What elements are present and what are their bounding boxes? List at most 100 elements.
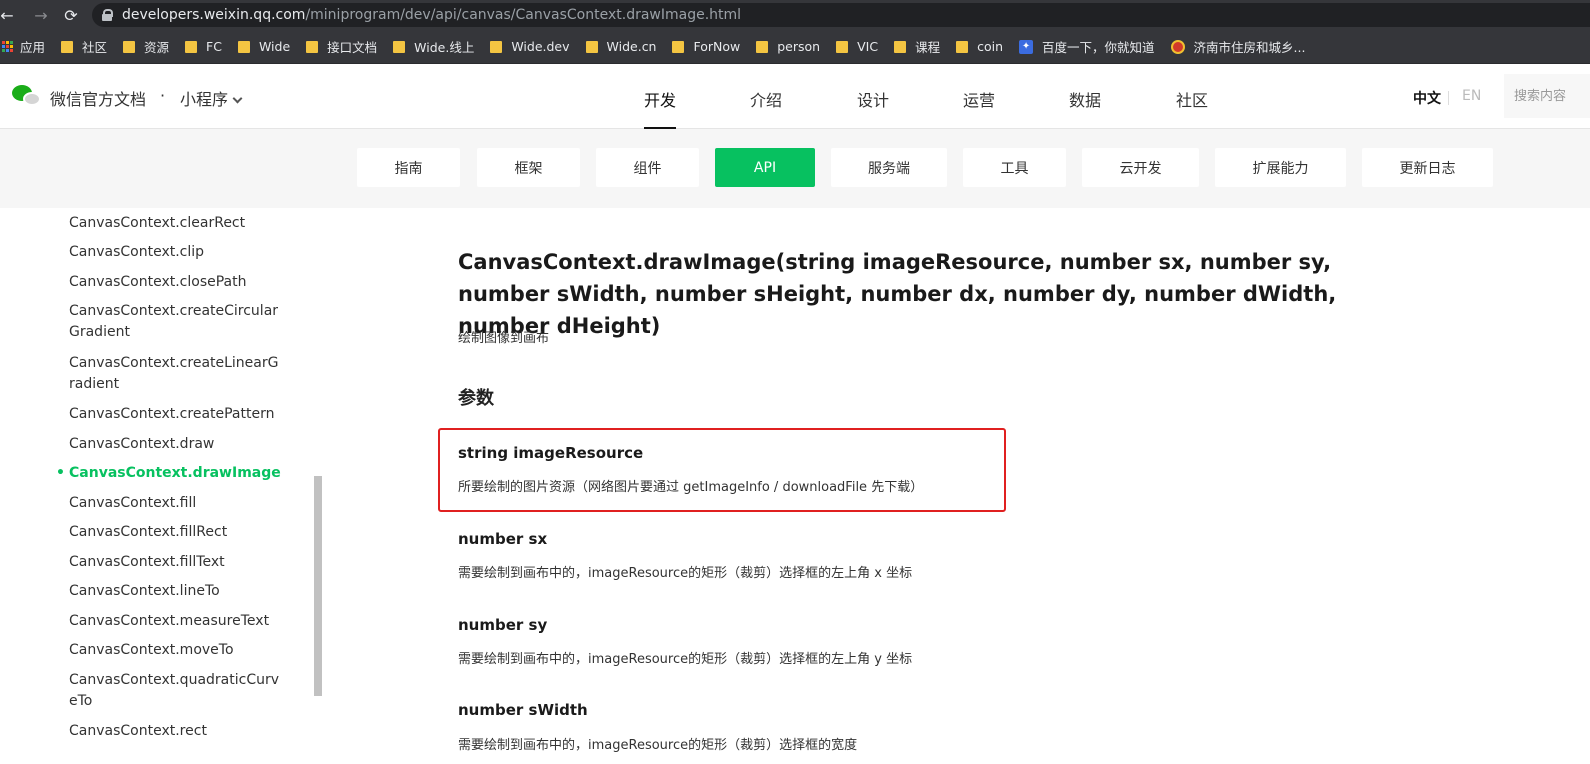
bookmark-label: 课程 xyxy=(915,40,941,55)
tab-components[interactable]: 组件 xyxy=(596,148,699,187)
nav-develop[interactable]: 开发 xyxy=(644,87,677,129)
tab-api[interactable]: API xyxy=(715,148,815,187)
bookmark-apps[interactable]: 应用 xyxy=(2,37,45,56)
nav-community[interactable]: 社区 xyxy=(1176,87,1208,111)
highlight-box xyxy=(438,428,1006,512)
bookmark-folder[interactable]: VIC xyxy=(836,39,878,54)
folder-icon xyxy=(756,40,769,53)
api-title: CanvasContext.drawImage(string imageReso… xyxy=(458,250,1337,338)
param-desc: 需要绘制到画布中的，imageResource的矩形（裁剪）选择框的左上角 x … xyxy=(458,566,913,581)
bookmarks-bar: 应用 社区 资源 FC Wide 接口文档 Wide.线上 Wide.dev W… xyxy=(0,30,1590,64)
bookmark-label: coin xyxy=(977,39,1004,54)
sidebar-item[interactable]: CanvasContext.clip xyxy=(69,242,299,263)
bookmark-label: Wide.cn xyxy=(606,39,657,54)
sidebar: CanvasContext.clearRect CanvasContext.cl… xyxy=(0,208,322,764)
nav-intro[interactable]: 介绍 xyxy=(750,87,782,111)
product-dropdown[interactable]: 小程序 xyxy=(180,86,243,110)
folder-icon xyxy=(490,40,503,53)
sidebar-item-active[interactable]: CanvasContext.drawImage xyxy=(56,463,299,484)
param-desc: 需要绘制到画布中的，imageResource的矩形（裁剪）选择框的宽度 xyxy=(458,738,858,753)
url-path: /miniprogram/dev/api/canvas/CanvasContex… xyxy=(305,7,742,23)
bookmark-folder[interactable]: FC xyxy=(185,39,222,54)
bookmark-label: 接口文档 xyxy=(327,40,378,55)
bookmark-label: ForNow xyxy=(693,39,741,54)
search-input[interactable] xyxy=(1504,74,1590,118)
sidebar-item[interactable]: CanvasContext.clearRect xyxy=(69,213,299,234)
bookmark-folder[interactable]: 接口文档 xyxy=(306,37,377,56)
bookmark-folder[interactable]: person xyxy=(756,39,820,54)
baidu-paw-icon: ✦ xyxy=(1019,39,1034,54)
sidebar-item[interactable]: CanvasContext.rect xyxy=(69,721,299,742)
bookmark-label: Wide xyxy=(258,39,291,54)
param-name: number sy xyxy=(458,616,548,634)
sidebar-scrollbar[interactable] xyxy=(314,476,322,696)
lang-divider xyxy=(1448,91,1449,105)
tab-extensions[interactable]: 扩展能力 xyxy=(1215,148,1346,187)
folder-icon xyxy=(894,40,907,53)
sidebar-item[interactable]: CanvasContext.createLinearGradient xyxy=(69,353,282,395)
bookmark-label: Wide.dev xyxy=(511,39,570,54)
param-name: string imageResource xyxy=(458,444,644,462)
nav-operate[interactable]: 运营 xyxy=(963,87,995,111)
bookmark-label: Wide.线上 xyxy=(414,40,475,55)
bookmark-folder[interactable]: ForNow xyxy=(672,39,740,54)
bookmark-label: VIC xyxy=(857,39,879,54)
folder-icon xyxy=(123,40,136,53)
bookmark-folder[interactable]: 社区 xyxy=(61,37,107,56)
sidebar-item[interactable]: CanvasContext.moveTo xyxy=(69,640,299,661)
site-brand[interactable]: 微信官方文档 xyxy=(50,86,146,110)
bookmark-baidu[interactable]: ✦ 百度一下，你就知道 xyxy=(1019,37,1155,56)
folder-icon xyxy=(585,40,598,53)
bookmark-folder[interactable]: 课程 xyxy=(894,37,940,56)
bookmark-label: 济南市住房和城乡... xyxy=(1193,40,1306,55)
param-name: number sWidth xyxy=(458,701,588,719)
tab-server[interactable]: 服务端 xyxy=(831,148,947,187)
bookmark-jinan[interactable]: 济南市住房和城乡... xyxy=(1170,37,1306,56)
sidebar-item[interactable]: CanvasContext.createCircularGradient xyxy=(69,301,282,343)
sidebar-item[interactable]: CanvasContext.quadraticCurveTo xyxy=(69,670,282,712)
bookmark-label: 百度一下，你就知道 xyxy=(1042,40,1155,55)
forward-arrow-icon[interactable]: → xyxy=(26,6,56,25)
wechat-logo-icon[interactable] xyxy=(12,85,42,109)
address-bar[interactable]: developers.weixin.qq.com/miniprogram/dev… xyxy=(92,3,1590,27)
sidebar-item[interactable]: CanvasContext.fill xyxy=(69,493,299,514)
param-name: number sx xyxy=(458,530,548,548)
bookmark-label: 应用 xyxy=(20,40,46,55)
lang-cn[interactable]: 中文 xyxy=(1413,88,1441,108)
browser-toolbar: ← → ⟳ developers.weixin.qq.com/miniprogr… xyxy=(0,0,1590,30)
sidebar-item[interactable]: CanvasContext.fillRect xyxy=(69,522,299,543)
nav-data[interactable]: 数据 xyxy=(1069,87,1101,111)
api-description: 绘制图像到画布 xyxy=(458,331,550,346)
bookmark-label: person xyxy=(777,39,821,54)
sidebar-item[interactable]: CanvasContext.measureText xyxy=(69,611,299,632)
url-host: developers.weixin.qq.com xyxy=(122,7,306,23)
tab-changelog[interactable]: 更新日志 xyxy=(1362,148,1493,187)
sidebar-item[interactable]: CanvasContext.draw xyxy=(69,434,299,455)
subnav-bar: 指南 框架 组件 API 服务端 工具 云开发 扩展能力 更新日志 xyxy=(0,129,1590,208)
sidebar-item[interactable]: CanvasContext.lineTo xyxy=(69,581,299,602)
tab-guide[interactable]: 指南 xyxy=(357,148,460,187)
bookmark-folder[interactable]: Wide.线上 xyxy=(393,37,474,56)
nav-design[interactable]: 设计 xyxy=(857,87,889,111)
sidebar-item[interactable]: CanvasContext.closePath xyxy=(69,272,299,293)
sidebar-item[interactable]: CanvasContext.createPattern xyxy=(69,404,299,425)
tab-tools[interactable]: 工具 xyxy=(963,148,1066,187)
params-heading: 参数 xyxy=(458,388,494,409)
bookmark-folder[interactable]: Wide xyxy=(237,39,291,54)
sidebar-item[interactable]: CanvasContext.fillText xyxy=(69,552,299,573)
folder-icon xyxy=(185,40,198,53)
lock-icon xyxy=(102,9,113,21)
lang-en[interactable]: EN xyxy=(1462,88,1481,104)
back-arrow-icon[interactable]: ← xyxy=(0,6,14,25)
reload-icon[interactable]: ⟳ xyxy=(56,6,86,25)
folder-icon xyxy=(393,40,406,53)
bookmark-folder[interactable]: Wide.cn xyxy=(585,39,657,54)
tab-framework[interactable]: 框架 xyxy=(477,148,580,187)
bookmark-folder[interactable]: 资源 xyxy=(123,37,169,56)
param-desc: 需要绘制到画布中的，imageResource的矩形（裁剪）选择框的左上角 y … xyxy=(458,652,913,667)
folder-icon xyxy=(306,40,319,53)
folder-icon xyxy=(956,40,969,53)
bookmark-folder[interactable]: Wide.dev xyxy=(490,39,570,54)
bookmark-folder[interactable]: coin xyxy=(956,39,1003,54)
tab-cloud[interactable]: 云开发 xyxy=(1082,148,1199,187)
